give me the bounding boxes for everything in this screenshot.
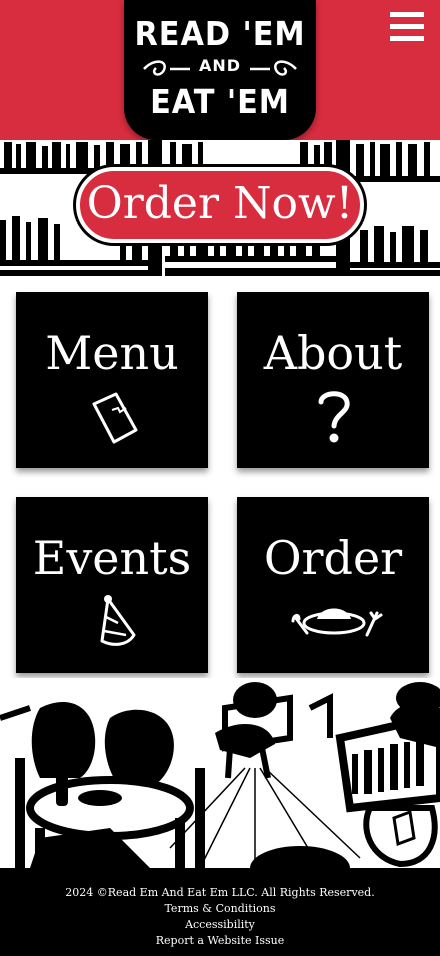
- tile-events-label: Events: [32, 531, 192, 585]
- plate-cutlery-icon: [291, 608, 383, 637]
- hero-banner: Order Now!: [0, 140, 440, 276]
- tile-about-label: About: [263, 326, 403, 380]
- cafe-scene-drawing: [0, 678, 440, 868]
- hamburger-menu-icon[interactable]: [390, 12, 424, 42]
- report-issue-link[interactable]: Report a Website Issue: [156, 934, 284, 947]
- site-footer: 2024 ©Read Em And Eat Em LLC. All Rights…: [0, 868, 440, 956]
- tile-order[interactable]: Order: [237, 497, 429, 673]
- tile-menu[interactable]: Menu: [16, 292, 208, 468]
- cafe-scene-illustration: [0, 678, 440, 868]
- tile-menu-label: Menu: [45, 326, 179, 380]
- logo-line-2: AND: [198, 56, 242, 75]
- logo-line-3: EAT 'EM: [150, 82, 290, 121]
- site-logo[interactable]: READ 'EM AND EAT 'EM: [124, 0, 316, 140]
- question-mark-icon: [318, 391, 350, 443]
- tile-order-label: Order: [263, 531, 403, 585]
- accessibility-link[interactable]: Accessibility: [185, 918, 255, 931]
- logo-line-1: READ 'EM: [134, 14, 306, 53]
- menu-booklet-icon: [92, 392, 138, 444]
- site-header: READ 'EM AND EAT 'EM: [0, 0, 440, 140]
- party-hat-icon: [100, 595, 136, 646]
- terms-link[interactable]: Terms & Conditions: [164, 902, 275, 915]
- tile-about[interactable]: About: [237, 292, 429, 468]
- tile-events[interactable]: Events: [16, 497, 208, 673]
- order-now-button[interactable]: Order Now!: [76, 167, 364, 243]
- copyright-text: 2024 ©Read Em And Eat Em LLC. All Rights…: [65, 886, 375, 899]
